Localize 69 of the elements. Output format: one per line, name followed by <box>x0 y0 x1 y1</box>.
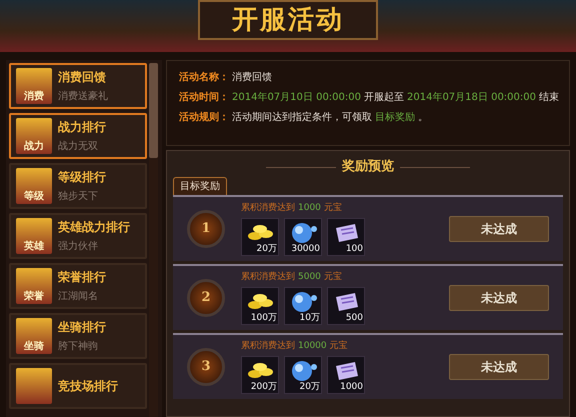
condition-amount: 1000 <box>298 202 321 216</box>
info-text: 。 <box>418 111 428 125</box>
item-title: 战力排行 <box>58 119 106 136</box>
condition-text: 累积消费达到 <box>241 202 295 216</box>
item-subtitle: 消费送豪礼 <box>58 90 108 104</box>
sidebar-item[interactable]: 战力 战力排行 战力无双 <box>9 113 147 159</box>
item-title: 竞技场排行 <box>58 378 118 395</box>
sidebar-item[interactable]: 竞技场排行 <box>9 363 147 409</box>
rank-medallion: 2 <box>187 279 225 317</box>
icon-label: 消费 <box>24 91 44 103</box>
item-subtitle: 独步天下 <box>58 190 99 204</box>
info-text: 活动期间达到指定条件，可领取 <box>232 110 372 125</box>
item-subtitle: 胯下神驹 <box>58 340 99 354</box>
info-text: 开服起至 <box>364 90 404 105</box>
sidebar-item[interactable]: 荣誉 荣誉排行 江湖闻名 <box>9 263 147 309</box>
icon-label: 战力 <box>24 141 44 153</box>
item-count: 500 <box>346 312 363 324</box>
icon-label: 等级 <box>24 191 44 203</box>
scroll-icon <box>333 360 361 382</box>
item-count: 1000 <box>340 382 363 393</box>
item-count: 20万 <box>256 244 277 255</box>
reward-link[interactable]: 目标奖励 <box>375 110 415 125</box>
reward-tab[interactable]: 目标奖励 <box>173 177 227 195</box>
item-count: 30000 <box>291 244 320 255</box>
item-title: 坐骑排行 <box>58 319 106 336</box>
rank-medallion: 1 <box>187 210 225 248</box>
condition-amount: 10000 <box>298 340 327 354</box>
orb-icon <box>290 220 318 245</box>
scrollbar-thumb[interactable] <box>149 63 158 158</box>
orb-icon <box>290 290 318 314</box>
icon-label: 坐骑 <box>24 341 44 353</box>
item-title: 英雄战力排行 <box>58 219 130 236</box>
sidebar-item[interactable]: 等级 等级排行 独步天下 <box>9 163 147 209</box>
item-count: 100 <box>346 244 363 255</box>
item-count: 200万 <box>250 382 277 393</box>
sidebar-item[interactable]: 英雄 英雄战力排行 强力伙伴 <box>9 213 147 259</box>
page-title: 开服活动 <box>198 0 378 40</box>
rank-medallion: 3 <box>187 348 225 386</box>
condition-text: 累积消费达到 <box>241 340 295 354</box>
icon-label: 英雄 <box>24 241 44 253</box>
scroll-icon <box>333 222 361 244</box>
item-title: 消费回馈 <box>58 69 107 86</box>
condition-unit: 元宝 <box>324 271 342 284</box>
item-icon <box>16 368 52 404</box>
item-title: 荣誉排行 <box>58 269 106 286</box>
condition-unit: 元宝 <box>324 202 342 216</box>
info-value: 2014年07月18日 00:00:00 <box>407 91 536 105</box>
sidebar-item[interactable]: 消费 消费回馈 消费送豪礼 <box>9 63 147 109</box>
icon-label: 荣誉 <box>24 291 44 303</box>
item-subtitle: 战力无双 <box>58 140 99 154</box>
item-subtitle: 江湖闻名 <box>58 290 99 304</box>
sidebar-item[interactable]: 坐骑 坐骑排行 胯下神驹 <box>9 313 147 359</box>
condition-amount: 5000 <box>298 271 321 284</box>
scroll-icon <box>333 290 361 313</box>
info-label: 活动规则： <box>179 110 229 125</box>
info-value: 2014年07月10日 00:00:00 <box>232 91 361 105</box>
item-subtitle: 强力伙伴 <box>58 240 99 254</box>
item-count: 100万 <box>250 312 277 324</box>
item-title: 等级排行 <box>58 169 106 186</box>
rewards-title: 奖励预览 <box>342 158 394 176</box>
condition-unit: 元宝 <box>330 340 348 354</box>
item-count: 20万 <box>300 382 320 393</box>
info-label: 活动名称： <box>179 70 229 85</box>
orb-icon <box>290 358 318 383</box>
condition-text: 累积消费达到 <box>241 271 295 284</box>
info-text: 结束 <box>539 90 559 105</box>
info-text: 消费回馈 <box>232 70 272 85</box>
item-count: 10万 <box>300 312 320 324</box>
info-label: 活动时间： <box>179 90 229 105</box>
